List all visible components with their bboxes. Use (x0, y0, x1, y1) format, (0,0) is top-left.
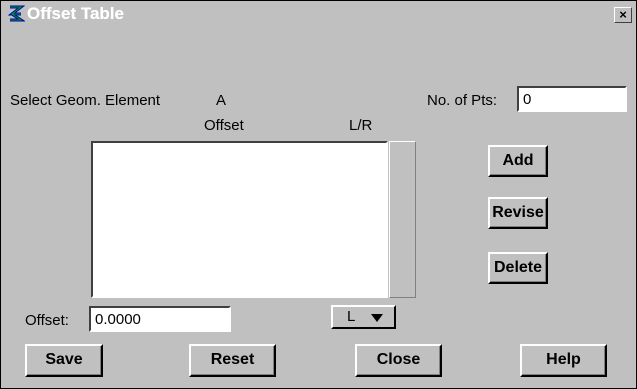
lr-dropdown[interactable]: L (331, 305, 396, 329)
lr-column-header: L/R (349, 117, 373, 134)
save-button[interactable]: Save (25, 344, 103, 377)
close-icon[interactable]: × (614, 7, 632, 23)
offset-list[interactable] (91, 141, 388, 298)
delete-button[interactable]: Delete (488, 252, 548, 284)
offset-list-scrollbar[interactable] (389, 141, 416, 298)
offset-column-header: Offset (204, 117, 244, 134)
close-button[interactable]: Close (355, 344, 442, 377)
select-geom-label: Select Geom. Element (10, 92, 161, 109)
window-title: Offset Table (27, 4, 124, 23)
help-button[interactable]: Help (520, 344, 607, 377)
offset-field[interactable] (89, 306, 231, 332)
add-button[interactable]: Add (488, 145, 548, 177)
offset-label: Offset: (25, 312, 69, 329)
triangle-down-icon (371, 314, 383, 322)
geom-element-value: A (216, 92, 227, 109)
title-bar: Offset Table × (1, 1, 636, 26)
reset-button[interactable]: Reset (189, 344, 276, 377)
offset-table-window: Offset Table × Select Geom. Element A No… (0, 0, 637, 389)
lr-dropdown-value: L (347, 308, 356, 325)
revise-button[interactable]: Revise (488, 197, 548, 229)
no-of-pts-label: No. of Pts: (427, 92, 498, 109)
app-logo-icon (7, 4, 25, 23)
no-of-pts-field[interactable] (517, 86, 627, 112)
